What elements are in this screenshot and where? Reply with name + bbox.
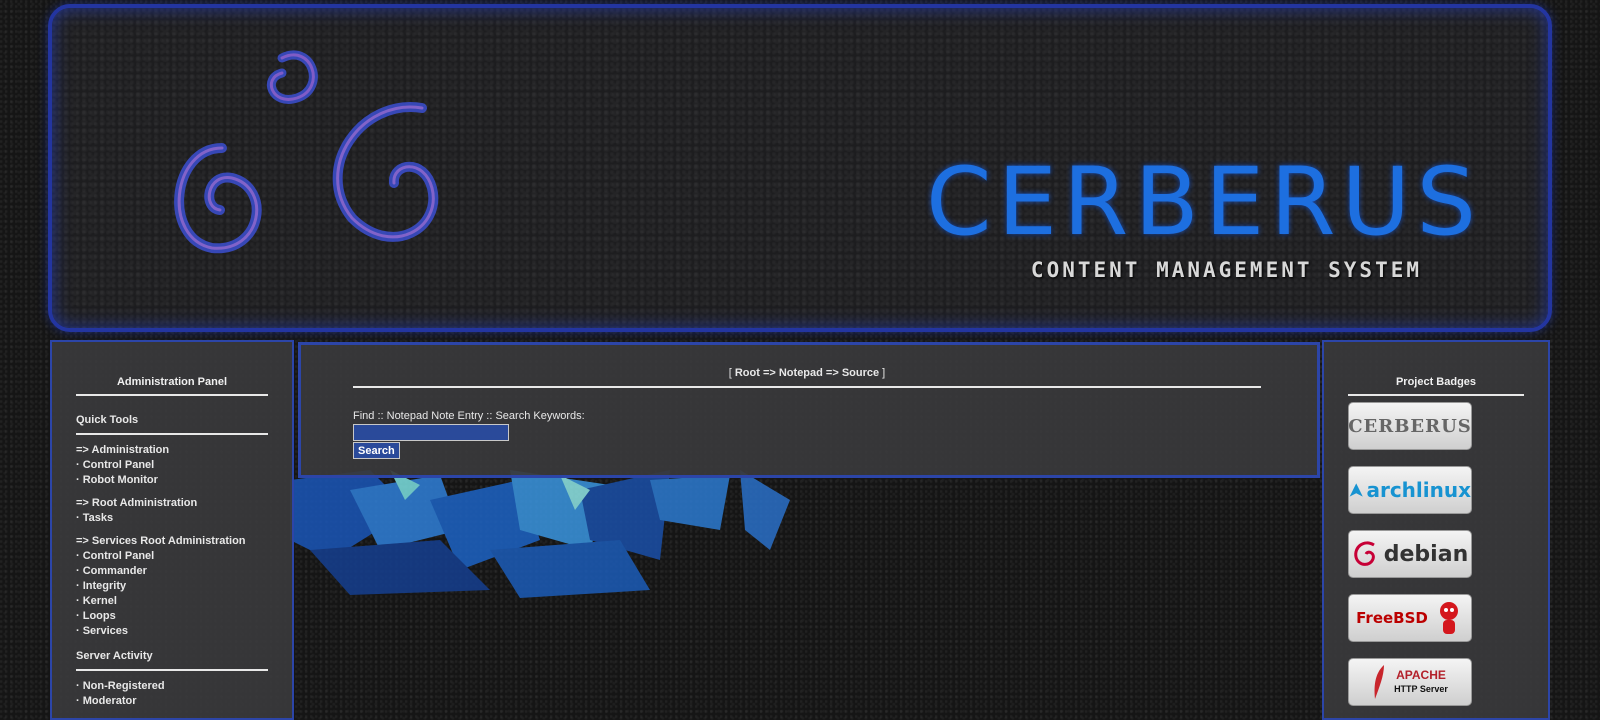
apache-badge-sub: HTTP Server (1394, 684, 1448, 694)
activity-moderator[interactable]: · Moderator (76, 694, 268, 709)
server-activity-title: Server Activity (76, 650, 268, 671)
admin-group: => Administration · Control Panel · Robo… (76, 443, 268, 488)
activity-non-registered[interactable]: · Non-Registered (76, 679, 268, 694)
debian-badge[interactable]: debian (1348, 530, 1472, 578)
quick-tools-title: Quick Tools (76, 414, 268, 435)
archlinux-badge-label: archlinux (1366, 478, 1471, 502)
breadcrumb-path[interactable]: Root => Notepad => Source (735, 367, 879, 379)
apache-badge[interactable]: APACHE HTTP Server (1348, 658, 1472, 706)
search-label: Find :: Notepad Note Entry :: Search Key… (353, 410, 585, 422)
nav-loops[interactable]: · Loops (76, 609, 268, 624)
administration-panel: Administration Panel Quick Tools => Admi… (50, 340, 294, 720)
nav-control-panel[interactable]: · Control Panel (76, 458, 268, 473)
cerberus-badge[interactable]: CERBERUS (1348, 402, 1472, 450)
freebsd-badge-label: FreeBSD (1356, 609, 1428, 627)
project-badges-panel: Project Badges CERBERUS archlinux debian… (1322, 340, 1550, 720)
apache-badge-text: APACHE HTTP Server (1394, 668, 1448, 696)
search-input[interactable] (353, 424, 509, 441)
nav-integrity[interactable]: · Integrity (76, 579, 268, 594)
server-activity-group: · Non-Registered · Moderator (76, 679, 268, 709)
search-form: Find :: Notepad Note Entry :: Search Key… (353, 410, 585, 459)
decorative-shards-icon (290, 470, 790, 598)
freebsd-badge[interactable]: FreeBSD (1348, 594, 1472, 642)
services-root-admin-group: => Services Root Administration · Contro… (76, 534, 268, 639)
header-banner: CERBERUS CONTENT MANAGEMENT SYSTEM (48, 4, 1552, 332)
swirl-logo-icon (174, 50, 439, 254)
project-badges-title: Project Badges (1348, 376, 1524, 396)
nav-robot-monitor[interactable]: · Robot Monitor (76, 473, 268, 488)
brand-title: CERBERUS (925, 148, 1482, 257)
nav-services[interactable]: · Services (76, 624, 268, 639)
notepad-search-panel: [ Root => Notepad => Source ] Find :: No… (298, 342, 1320, 478)
nav-administration[interactable]: => Administration (76, 443, 268, 458)
root-admin-group: => Root Administration · Tasks (76, 496, 268, 526)
nav-services-root-administration[interactable]: => Services Root Administration (76, 534, 268, 549)
nav-tasks[interactable]: · Tasks (76, 511, 268, 526)
brand-tagline: CONTENT MANAGEMENT SYSTEM (1030, 258, 1422, 282)
breadcrumb-close: ] (879, 367, 886, 379)
archlinux-logo-icon (1349, 483, 1363, 497)
administration-panel-title: Administration Panel (76, 376, 268, 396)
nav-root-administration[interactable]: => Root Administration (76, 496, 268, 511)
apache-feather-icon (1374, 665, 1385, 699)
breadcrumb: [ Root => Notepad => Source ] (353, 367, 1261, 388)
freebsd-daemon-icon (1439, 602, 1458, 634)
archlinux-badge[interactable]: archlinux (1348, 466, 1472, 514)
debian-swirl-icon (1354, 541, 1375, 566)
nav-commander[interactable]: · Commander (76, 564, 268, 579)
apache-badge-label: APACHE (1396, 668, 1446, 682)
nav-services-control-panel[interactable]: · Control Panel (76, 549, 268, 564)
cerberus-badge-label: CERBERUS (1348, 415, 1472, 437)
debian-badge-label: debian (1383, 541, 1469, 567)
search-button[interactable]: Search (353, 442, 400, 459)
nav-kernel[interactable]: · Kernel (76, 594, 268, 609)
